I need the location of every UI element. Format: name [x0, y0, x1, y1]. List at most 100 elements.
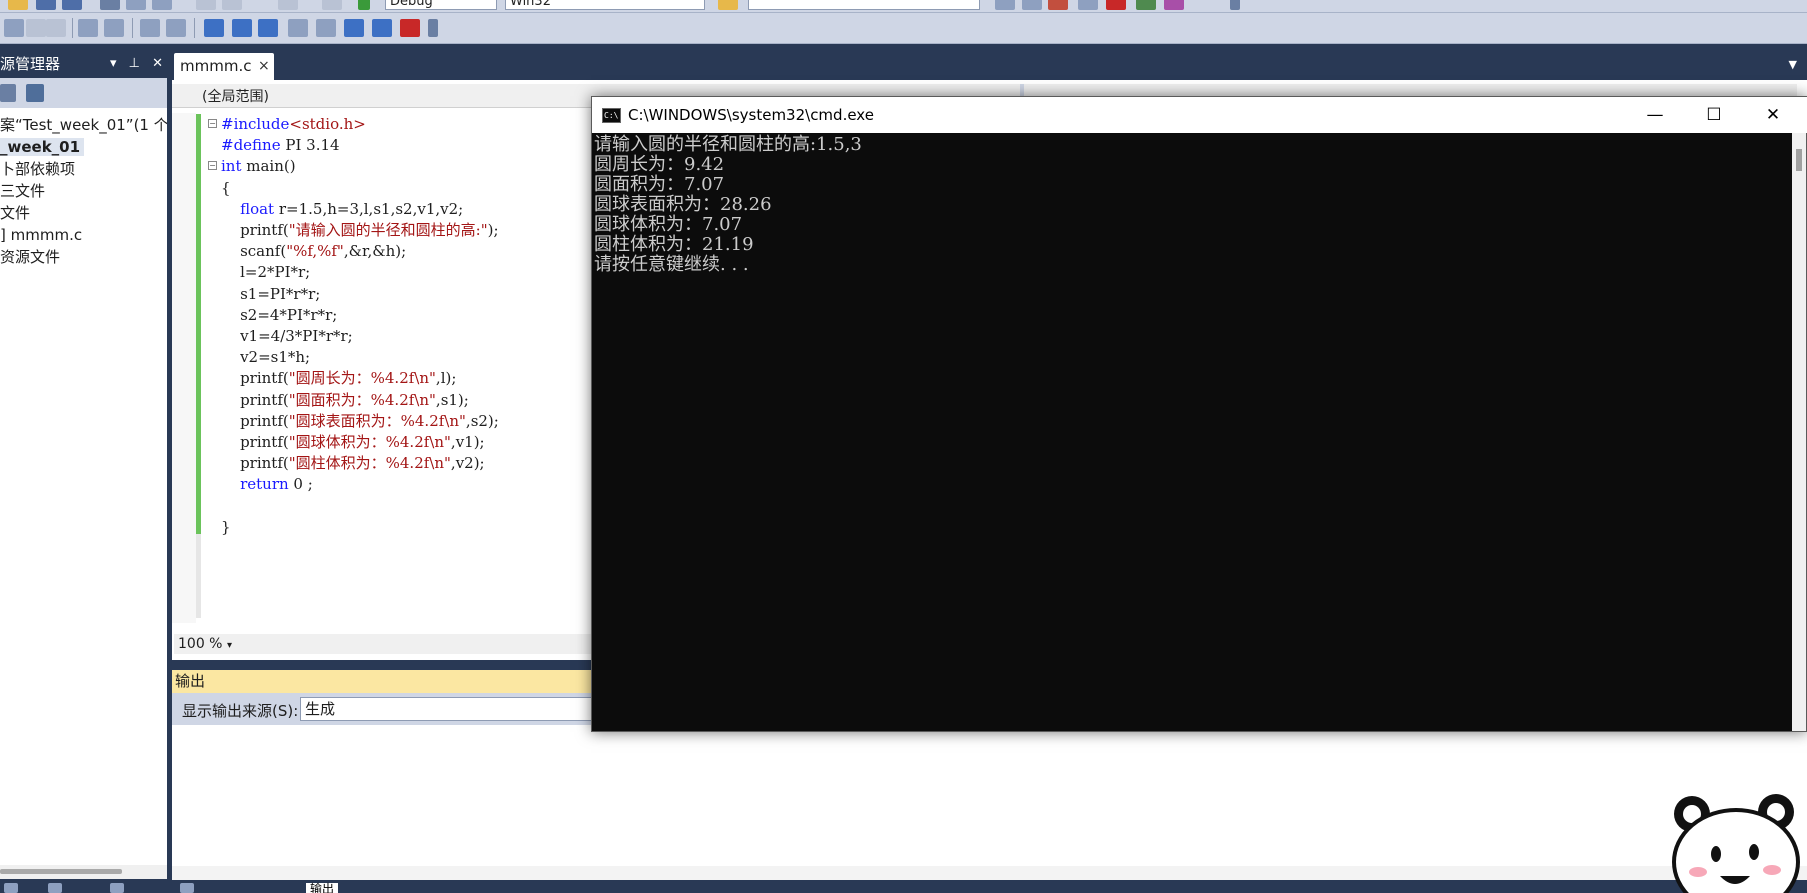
save-icon[interactable] — [36, 0, 56, 10]
close-tab-icon[interactable]: × — [258, 53, 270, 80]
tree-item-solution[interactable]: 案“Test_week_01”(1 个项 — [0, 114, 167, 136]
minimize-button[interactable]: — — [1626, 97, 1684, 133]
tab-icon[interactable] — [110, 883, 124, 893]
start-page-icon[interactable] — [1136, 0, 1156, 10]
console-output[interactable]: 请输入圆的半径和圆柱的高:1.5,3 圆周长为：9.42 圆面积为：7.07 圆球表面… — [594, 135, 862, 275]
prev-bookmark-doc-icon[interactable] — [344, 19, 364, 37]
cmd-vscrollbar[interactable] — [1792, 133, 1806, 731]
tab-icon[interactable] — [4, 883, 18, 893]
copy-icon[interactable] — [126, 0, 146, 10]
collapse-icon[interactable]: − — [208, 119, 217, 128]
code-line[interactable] — [221, 496, 499, 517]
close-icon[interactable]: ✕ — [152, 56, 163, 71]
next-bookmark-icon[interactable] — [258, 19, 278, 37]
toolbar-separator — [194, 18, 195, 38]
code-line[interactable]: float r=1.5,h=3,l,s1,s2,v1,v2; — [221, 199, 499, 220]
paste-icon[interactable] — [152, 0, 172, 10]
tab-mmmm-c[interactable]: mmmm.c × — [174, 53, 274, 80]
quick-info-icon[interactable] — [46, 19, 66, 37]
prev-bookmark-icon[interactable] — [232, 19, 252, 37]
solution-explorer-hscrollbar[interactable] — [0, 865, 167, 879]
toolbox-icon[interactable] — [1106, 0, 1126, 10]
properties-icon[interactable] — [1048, 0, 1068, 10]
code-line[interactable]: v1=4/3*PI*r*r; — [221, 326, 499, 347]
cmd-titlebar[interactable]: C:\ C:\WINDOWS\system32\cmd.exe — ☐ ✕ — [592, 97, 1807, 133]
solution-explorer-icon[interactable] — [1022, 0, 1042, 10]
code-line[interactable]: printf("圆球体积为：%4.2f\n",v1); — [221, 432, 499, 453]
comment-lines-icon[interactable] — [140, 19, 160, 37]
tab-icon[interactable] — [48, 883, 62, 893]
tree-item-external-deps[interactable]: 卜部依赖项 — [0, 158, 167, 180]
code-line[interactable]: int main() — [221, 156, 499, 177]
tab-icon[interactable] — [180, 883, 194, 893]
toolbar-options-icon[interactable] — [428, 19, 438, 37]
show-all-files-icon[interactable] — [26, 84, 44, 102]
code-line[interactable]: } — [221, 517, 499, 538]
zoom-combo[interactable]: 100 % ▾ — [178, 634, 248, 656]
member-list-icon[interactable] — [4, 19, 24, 37]
scrollbar-thumb[interactable] — [1796, 149, 1802, 171]
code-line[interactable]: s1=PI*r*r; — [221, 284, 499, 305]
toggle-bookmark-icon[interactable] — [204, 19, 224, 37]
output-hscrollbar[interactable] — [172, 866, 1807, 880]
code-line[interactable]: printf("圆面积为：%4.2f\n",s1); — [221, 390, 499, 411]
find-icon[interactable] — [995, 0, 1015, 10]
collapse-icon[interactable]: − — [208, 161, 217, 170]
find-in-files-icon[interactable] — [718, 0, 738, 10]
tree-item-source-files[interactable]: 文件 — [0, 202, 167, 224]
parameter-info-icon[interactable] — [26, 19, 46, 37]
standard-toolbar: Debug Win32 — [0, 0, 1807, 13]
next-bookmark-folder-icon[interactable] — [316, 19, 336, 37]
prev-bookmark-folder-icon[interactable] — [288, 19, 308, 37]
code-line[interactable]: l=2*PI*r; — [221, 262, 499, 283]
close-button[interactable]: ✕ — [1744, 97, 1802, 133]
active-files-dropdown-icon[interactable]: ▼ — [1789, 58, 1797, 71]
code-line[interactable]: { — [221, 178, 499, 199]
maximize-button[interactable]: ☐ — [1685, 97, 1743, 133]
solution-config-combo[interactable]: Debug — [385, 0, 497, 10]
nav-back-icon[interactable] — [278, 0, 298, 10]
tree-item-mmmm-c[interactable]: ] mmmm.c — [0, 224, 167, 246]
clear-bookmarks-icon[interactable] — [400, 19, 420, 37]
find-combo[interactable] — [748, 0, 980, 10]
output-text-area[interactable] — [172, 725, 1807, 880]
code-line[interactable]: return 0 ; — [221, 474, 499, 495]
code-line[interactable]: #define PI 3.14 — [221, 135, 499, 156]
code-line[interactable]: v2=s1*h; — [221, 347, 499, 368]
tree-item-project[interactable]: _week_01 — [0, 136, 167, 158]
extension-manager-icon[interactable] — [1164, 0, 1184, 10]
code-line[interactable]: printf("圆周长为：%4.2f\n",l); — [221, 368, 499, 389]
tab-output[interactable]: 输出 — [306, 883, 339, 893]
pin-icon[interactable]: ⊥ — [129, 56, 140, 71]
output-source-combo[interactable]: 生成 — [300, 697, 600, 721]
decrease-indent-icon[interactable] — [78, 19, 98, 37]
tree-item-header-files[interactable]: 三文件 — [0, 180, 167, 202]
code-line[interactable]: scanf("%f,%f",&r,&h); — [221, 241, 499, 262]
save-all-icon[interactable] — [62, 0, 82, 10]
code-text[interactable]: #include<stdio.h> #define PI 3.14 int main… — [221, 114, 499, 538]
console-line: 圆柱体积为：21.19 — [594, 234, 754, 255]
tree-item-resource-files[interactable]: 资源文件 — [0, 246, 167, 268]
code-line[interactable]: #include<stdio.h> — [221, 114, 499, 135]
scrollbar-thumb[interactable] — [0, 869, 122, 874]
increase-indent-icon[interactable] — [104, 19, 124, 37]
properties-icon[interactable] — [0, 84, 16, 102]
uncomment-lines-icon[interactable] — [166, 19, 186, 37]
scope-combo[interactable]: (全局范围) — [202, 86, 269, 106]
open-file-icon[interactable] — [8, 0, 28, 10]
solution-platform-combo[interactable]: Win32 — [505, 0, 705, 10]
code-line[interactable]: printf("请输入圆的半径和圆柱的高:"); — [221, 220, 499, 241]
cmd-window[interactable]: C:\ C:\WINDOWS\system32\cmd.exe — ☐ ✕ 请输… — [591, 96, 1807, 732]
redo-icon[interactable] — [222, 0, 242, 10]
toolbar-options-icon[interactable] — [1230, 0, 1240, 10]
cut-icon[interactable] — [100, 0, 120, 10]
undo-icon[interactable] — [196, 0, 216, 10]
next-bookmark-doc-icon[interactable] — [372, 19, 392, 37]
nav-forward-icon[interactable] — [322, 0, 342, 10]
start-debug-icon[interactable] — [358, 0, 370, 10]
window-position-icon[interactable]: ▾ — [110, 56, 117, 71]
code-line[interactable]: printf("圆柱体积为：%4.2f\n",v2); — [221, 453, 499, 474]
object-browser-icon[interactable] — [1078, 0, 1098, 10]
code-line[interactable]: printf("圆球表面积为：%4.2f\n",s2); — [221, 411, 499, 432]
code-line[interactable]: s2=4*PI*r*r; — [221, 305, 499, 326]
